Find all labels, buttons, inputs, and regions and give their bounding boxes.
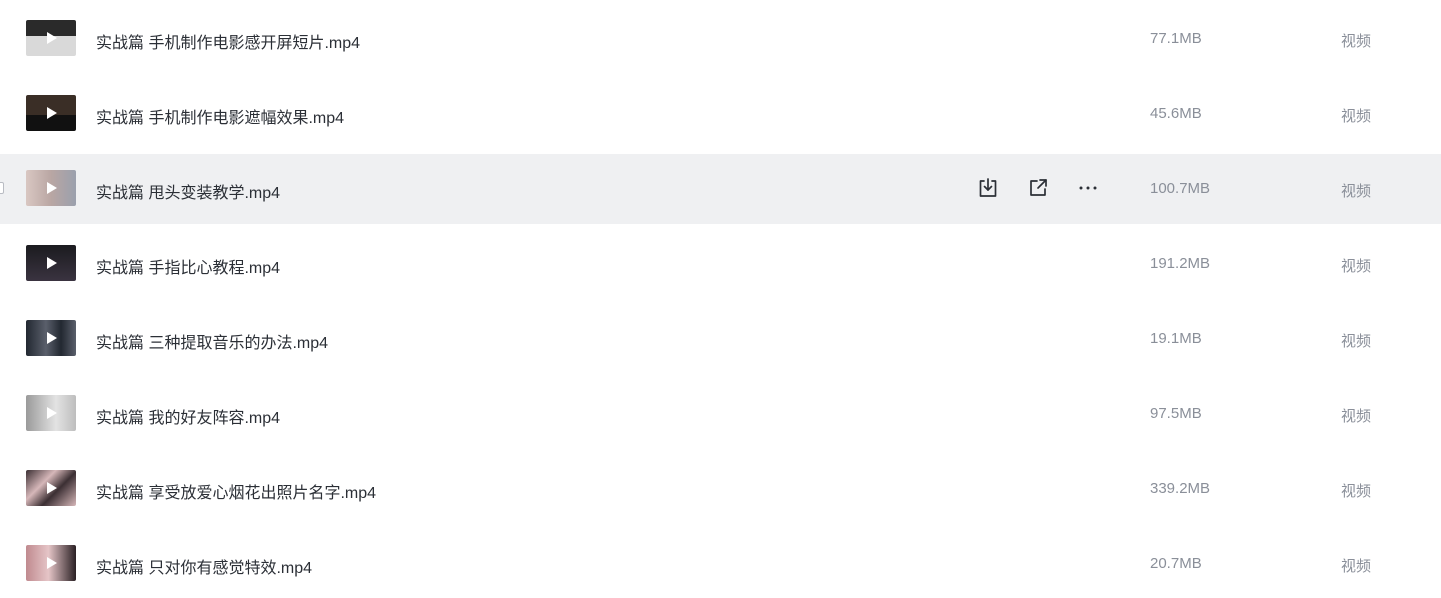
share-icon <box>1030 179 1047 196</box>
file-row[interactable]: 实战篇 手机制作电影感开屏短片.mp4 77.1MB 视频 <box>0 4 1441 74</box>
video-thumbnail[interactable] <box>26 545 76 581</box>
file-name[interactable]: 实战篇 甩头变装教学.mp4 <box>96 179 280 203</box>
file-row[interactable]: 实战篇 我的好友阵容.mp4 97.5MB 视频 <box>0 379 1441 449</box>
play-icon <box>47 332 57 344</box>
file-type: 视频 <box>1341 108 1372 125</box>
row-actions <box>976 176 1100 200</box>
file-name[interactable]: 实战篇 我的好友阵容.mp4 <box>96 404 280 428</box>
video-thumbnail[interactable] <box>26 245 76 281</box>
file-name[interactable]: 实战篇 只对你有感觉特效.mp4 <box>96 554 312 578</box>
more-icon <box>1079 186 1097 190</box>
file-size: 191.2MB <box>1150 255 1211 272</box>
play-icon <box>47 107 57 119</box>
video-thumbnail[interactable] <box>26 170 76 206</box>
more-button[interactable] <box>1076 176 1100 200</box>
file-name[interactable]: 实战篇 享受放爱心烟花出照片名字.mp4 <box>96 479 376 503</box>
file-type: 视频 <box>1341 483 1372 500</box>
file-type: 视频 <box>1341 183 1372 200</box>
play-icon <box>47 482 57 494</box>
play-icon <box>47 407 57 419</box>
file-size: 45.6MB <box>1150 105 1202 122</box>
file-name[interactable]: 实战篇 手机制作电影感开屏短片.mp4 <box>96 29 360 53</box>
file-size: 100.7MB <box>1150 180 1211 197</box>
file-row[interactable]: 实战篇 手指比心教程.mp4 191.2MB 视频 <box>0 229 1441 299</box>
file-row-hovered[interactable]: 实战篇 甩头变装教学.mp4 100.7MB 视频 <box>0 154 1441 224</box>
file-name[interactable]: 实战篇 三种提取音乐的办法.mp4 <box>96 329 328 353</box>
file-size: 20.7MB <box>1150 555 1202 572</box>
file-type: 视频 <box>1341 33 1372 50</box>
play-icon <box>47 257 57 269</box>
download-icon <box>979 178 997 197</box>
file-size: 77.1MB <box>1150 30 1202 47</box>
file-row[interactable]: 实战篇 享受放爱心烟花出照片名字.mp4 339.2MB 视频 <box>0 454 1441 524</box>
play-icon <box>47 557 57 569</box>
file-type: 视频 <box>1341 558 1372 575</box>
file-type: 视频 <box>1341 333 1372 350</box>
video-thumbnail[interactable] <box>26 395 76 431</box>
video-thumbnail[interactable] <box>26 320 76 356</box>
file-name[interactable]: 实战篇 手指比心教程.mp4 <box>96 254 280 278</box>
download-button[interactable] <box>976 176 1000 200</box>
file-row[interactable]: 实战篇 只对你有感觉特效.mp4 20.7MB 视频 <box>0 529 1441 598</box>
file-list: 实战篇 手机制作电影感开屏短片.mp4 77.1MB 视频 实战篇 手机制作电影… <box>0 0 1441 598</box>
file-row[interactable]: 实战篇 三种提取音乐的办法.mp4 19.1MB 视频 <box>0 304 1441 374</box>
file-size: 19.1MB <box>1150 330 1202 347</box>
share-button[interactable] <box>1026 176 1050 200</box>
row-checkbox[interactable] <box>0 182 4 194</box>
play-icon <box>47 32 57 44</box>
video-thumbnail[interactable] <box>26 95 76 131</box>
file-size: 339.2MB <box>1150 480 1211 497</box>
file-name[interactable]: 实战篇 手机制作电影遮幅效果.mp4 <box>96 104 344 128</box>
video-thumbnail[interactable] <box>26 470 76 506</box>
play-icon <box>47 182 57 194</box>
video-thumbnail[interactable] <box>26 20 76 56</box>
file-size: 97.5MB <box>1150 405 1202 422</box>
file-row[interactable]: 实战篇 手机制作电影遮幅效果.mp4 45.6MB 视频 <box>0 79 1441 149</box>
file-type: 视频 <box>1341 408 1372 425</box>
file-type: 视频 <box>1341 258 1372 275</box>
